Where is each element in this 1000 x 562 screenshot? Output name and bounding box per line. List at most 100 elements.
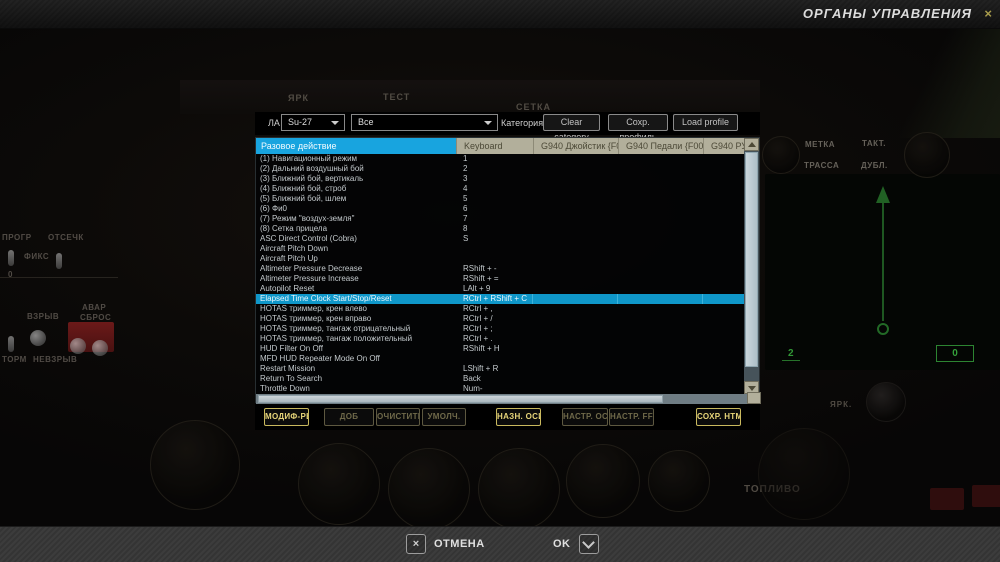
binding-cell	[533, 354, 618, 364]
binding-cell	[618, 274, 703, 284]
switch-cap	[92, 340, 108, 356]
table-row[interactable]: HOTAS триммер, тангаж положительный RCtrl…	[256, 334, 744, 344]
action-cell: Altimeter Pressure Increase	[260, 274, 359, 283]
action-cell: Elapsed Time Clock Start/Stop/Reset	[260, 294, 392, 303]
filter-row: ЛА Su-27 Все Категория Clear category Со…	[255, 112, 760, 142]
table-row[interactable]: (7) Режим "воздух-земля" 7	[256, 214, 744, 224]
cancel-label: ОТМЕНА	[434, 538, 485, 550]
binding-cell: RCtrl + ,	[463, 304, 493, 313]
column-header-joystick[interactable]: G940 Джойстик {F0	[533, 138, 618, 154]
table-row[interactable]: Throttle Down Num-	[256, 384, 744, 394]
vertical-scrollbar[interactable]	[744, 138, 759, 394]
binding-cell	[703, 214, 744, 224]
red-panel-block	[972, 485, 1000, 507]
binding-cell: RCtrl + ;	[463, 324, 493, 333]
table-row[interactable]: (5) Ближний бой, шлем 5	[256, 194, 744, 204]
table-row[interactable]: (3) Ближний бой, вертикаль 3	[256, 174, 744, 184]
binding-cell: RCtrl + /	[463, 314, 493, 323]
binding-cell	[703, 314, 744, 324]
binding-cell	[703, 384, 744, 394]
horizontal-scroll-thumb[interactable]	[258, 395, 663, 403]
binding-cell	[703, 244, 744, 254]
action-cell: HOTAS триммер, тангаж положительный	[260, 334, 413, 343]
instrument-gauge	[566, 444, 640, 518]
table-row[interactable]: (1) Навигационный режим 1	[256, 154, 744, 164]
action-cell: Return To Search	[260, 374, 323, 383]
table-row[interactable]: HOTAS триммер, тангаж отрицательный RCtrl…	[256, 324, 744, 334]
binding-cell	[533, 334, 618, 344]
axis-tune-button[interactable]: НАСТР. ОСИ	[562, 408, 608, 426]
panel-label-setka: СЕТКА	[516, 102, 551, 112]
save-html-button[interactable]: СОХР. HTML	[696, 408, 741, 426]
binding-cell	[533, 174, 618, 184]
load-profile-button[interactable]: Load profile	[673, 114, 738, 131]
binding-cell	[533, 314, 618, 324]
binding-cell	[618, 374, 703, 384]
binding-cell	[533, 344, 618, 354]
table-row[interactable]: Altimeter Pressure Increase RShift + =	[256, 274, 744, 284]
binding-cell	[703, 344, 744, 354]
table-row[interactable]: HUD Filter On Off RShift + H	[256, 344, 744, 354]
column-header-action[interactable]: Разовое действие	[256, 138, 456, 154]
clear-button[interactable]: ОЧИСТИТЬ	[376, 408, 420, 426]
table-row[interactable]: Return To Search Back	[256, 374, 744, 384]
table-row[interactable]: Altimeter Pressure Decrease RShift + -	[256, 264, 744, 274]
binding-cell	[618, 294, 703, 304]
scroll-right-button[interactable]	[747, 392, 761, 404]
binding-cell	[533, 304, 618, 314]
column-header-keyboard[interactable]: Keyboard	[456, 138, 533, 154]
window-title: ОРГАНЫ УПРАВЛЕНИЯ	[802, 6, 972, 21]
scroll-up-button[interactable]	[744, 138, 759, 151]
category-select[interactable]: Все	[351, 114, 498, 131]
add-button[interactable]: ДОБ	[324, 408, 374, 426]
vertical-scroll-thumb[interactable]	[745, 152, 758, 367]
binding-cell	[618, 354, 703, 364]
column-header-throttle[interactable]: G940 РУД {F0C	[703, 138, 744, 154]
ff-tune-button[interactable]: НАСТР. FF	[609, 408, 654, 426]
binding-cell	[533, 274, 618, 284]
table-row[interactable]: ASC Direct Control (Cobra) S	[256, 234, 744, 244]
horizontal-scrollbar[interactable]	[256, 392, 761, 404]
hud-arrow-icon	[876, 186, 890, 335]
save-profile-button[interactable]: Сохр. профиль	[608, 114, 668, 142]
action-cell: ASC Direct Control (Cobra)	[260, 234, 357, 243]
cancel-button[interactable]: × ОТМЕНА	[406, 534, 485, 554]
binding-cell	[456, 244, 533, 254]
chevron-down-icon	[331, 121, 339, 125]
ok-button[interactable]: OK	[553, 534, 599, 554]
binding-cell	[456, 254, 533, 264]
ok-label: OK	[553, 538, 571, 550]
binding-cell	[618, 154, 703, 164]
binding-cell	[533, 294, 618, 304]
table-row[interactable]: Restart Mission LShift + R	[256, 364, 744, 374]
binding-cell	[703, 224, 744, 234]
binding-cell	[703, 154, 744, 164]
table-row[interactable]: (2) Дальний воздушный бой 2	[256, 164, 744, 174]
default-button[interactable]: УМОЛЧ.	[422, 408, 466, 426]
binding-cell	[618, 344, 703, 354]
clear-category-button[interactable]: Clear category	[543, 114, 600, 142]
instrument-gauge	[150, 420, 240, 510]
red-panel-block	[930, 488, 964, 510]
action-cell: HUD Filter On Off	[260, 344, 323, 353]
table-row[interactable]: HOTAS триммер, крен вправо RCtrl + /	[256, 314, 744, 324]
binding-cell	[618, 204, 703, 214]
table-row[interactable]: (4) Ближний бой, строб 4	[256, 184, 744, 194]
assign-axis-button[interactable]: НАЗН. ОСИ	[496, 408, 541, 426]
binding-cell	[618, 284, 703, 294]
table-row[interactable]: (6) Фи0 6	[256, 204, 744, 214]
aircraft-select[interactable]: Su-27	[281, 114, 345, 131]
table-row[interactable]: HOTAS триммер, крен влево RCtrl + ,	[256, 304, 744, 314]
instrument-gauge	[388, 448, 470, 530]
table-row[interactable]: (8) Сетка прицела 8	[256, 224, 744, 234]
table-row[interactable]: Elapsed Time Clock Start/Stop/Reset RCtrl…	[256, 294, 744, 304]
column-header-pedals[interactable]: G940 Педали {F00F	[618, 138, 703, 154]
triangle-up-icon	[747, 142, 756, 147]
table-row[interactable]: Aircraft Pitch Down	[256, 244, 744, 254]
table-row[interactable]: Aircraft Pitch Up	[256, 254, 744, 264]
category-label: Категория	[501, 118, 544, 128]
table-row[interactable]: MFD HUD Repeater Mode On Off	[256, 354, 744, 364]
close-icon[interactable]: ×	[984, 6, 992, 21]
table-row[interactable]: Autopilot Reset LAlt + 9	[256, 284, 744, 294]
modifiers-button[interactable]: МОДИФ-РЫ	[264, 408, 309, 426]
